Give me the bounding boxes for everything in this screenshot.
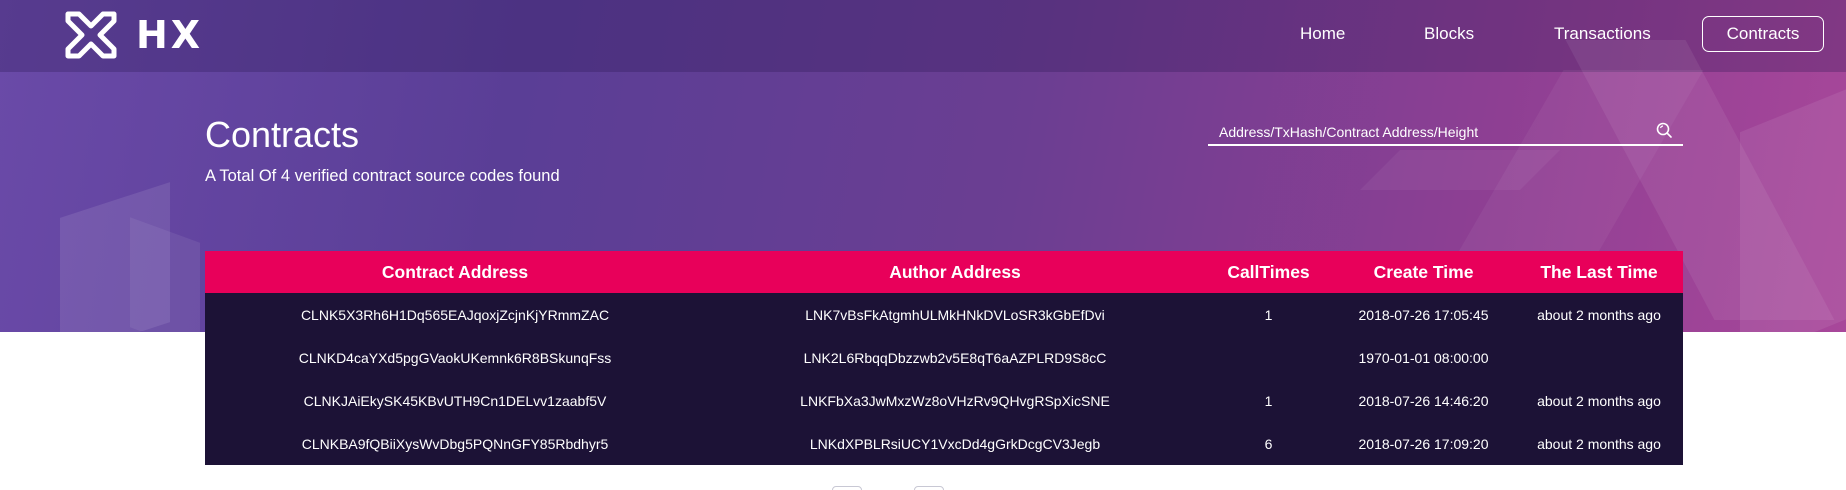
page: HX Home Blocks Transactions Contracts Co…	[0, 0, 1846, 490]
author-address-link[interactable]: LNKFbXa3JwMxzWz8oVHzRv9QHvgRSpXicSNE	[705, 379, 1205, 422]
create-time-cell: 1970-01-01 08:00:00	[1358, 349, 1489, 366]
last-time-cell: about 2 months ago	[1537, 435, 1661, 452]
nav-home[interactable]: Home	[1300, 16, 1345, 52]
nav-blocks[interactable]: Blocks	[1424, 16, 1474, 52]
logo[interactable]: HX	[62, 8, 203, 62]
search-icon[interactable]	[1655, 121, 1673, 139]
nav-contracts[interactable]: Contracts	[1702, 16, 1824, 52]
create-time-cell: 2018-07-26 17:05:45	[1358, 306, 1489, 323]
search-bar	[1208, 118, 1683, 146]
author-address-link[interactable]: LNK2L6RbqqDbzzwb2v5E8qT6aAZPLRD9S8cC	[705, 336, 1205, 379]
table-row: CLNK5X3Rh6H1Dq565EAJqoxjZcjnKjYRmmZAC LN…	[205, 293, 1683, 336]
calltimes-cell	[1205, 336, 1332, 379]
contract-address-link[interactable]: CLNKJAiEkySK45KBvUTH9Cn1DELvv1zaabf5V	[205, 379, 705, 422]
table-row: CLNKBA9fQBiiXysWvDbg5PQNnGFY85Rbdhyr5 LN…	[205, 422, 1683, 465]
column-header-last-time: The Last Time	[1540, 261, 1658, 282]
pagination-next-button[interactable]	[914, 486, 944, 490]
contract-address-link[interactable]: CLNK5X3Rh6H1Dq565EAJqoxjZcjnKjYRmmZAC	[205, 293, 705, 336]
author-address-link[interactable]: LNKdXPBLRsiUCY1VxcDd4gGrkDcgCV3Jegb	[705, 422, 1205, 465]
contract-address-link[interactable]: CLNKD4caYXd5pgGVaokUKemnk6R8BSkunqFss	[205, 336, 705, 379]
table-header: Contract Address Author Address CallTime…	[205, 251, 1683, 293]
calltimes-cell: 1	[1264, 306, 1273, 323]
column-header-author-address: Author Address	[889, 261, 1021, 282]
contracts-count-text: A Total Of 4 verified contract source co…	[205, 167, 560, 185]
contracts-table: Contract Address Author Address CallTime…	[205, 251, 1683, 465]
contract-address-link[interactable]: CLNKBA9fQBiiXysWvDbg5PQNnGFY85Rbdhyr5	[205, 422, 705, 465]
nav-transactions[interactable]: Transactions	[1554, 16, 1651, 52]
column-header-contract-address: Contract Address	[381, 261, 529, 282]
create-time-cell: 2018-07-26 17:09:20	[1358, 435, 1489, 452]
last-time-cell: about 2 months ago	[1537, 392, 1661, 409]
table-row: CLNKD4caYXd5pgGVaokUKemnk6R8BSkunqFss LN…	[205, 336, 1683, 379]
create-time-cell: 2018-07-26 14:46:20	[1358, 392, 1489, 409]
last-time-cell	[1515, 336, 1683, 379]
table-body: CLNK5X3Rh6H1Dq565EAJqoxjZcjnKjYRmmZAC LN…	[205, 293, 1683, 465]
column-header-calltimes: CallTimes	[1227, 261, 1310, 282]
page-title: Contracts	[205, 114, 360, 155]
hx-logo-icon	[65, 11, 117, 59]
author-address-link[interactable]: LNK7vBsFkAtgmhULMkHNkDVLoSR3kGbEfDvi	[705, 293, 1205, 336]
brand-name: HX	[136, 13, 204, 57]
calltimes-cell: 6	[1264, 435, 1273, 452]
table-row: CLNKJAiEkySK45KBvUTH9Cn1DELvv1zaabf5V LN…	[205, 379, 1683, 422]
decorative-shape	[1740, 87, 1846, 332]
decorative-shape	[130, 217, 200, 332]
pagination-prev-button[interactable]	[832, 486, 862, 490]
last-time-cell: about 2 months ago	[1537, 306, 1661, 323]
column-header-create-time: Create Time	[1373, 261, 1474, 282]
calltimes-cell: 1	[1264, 392, 1273, 409]
search-input[interactable]	[1219, 122, 1639, 142]
